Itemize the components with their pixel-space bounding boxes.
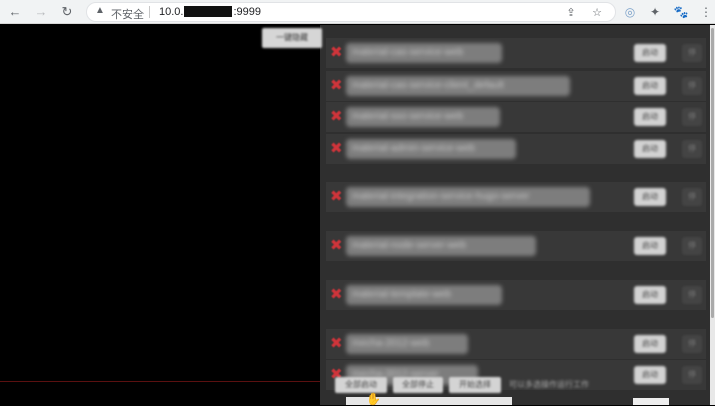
stop-button[interactable]: 停 (682, 366, 702, 384)
service-row: ✖ material-cas-service-client_default 启动… (326, 71, 706, 101)
service-name[interactable]: material-node-server-web (346, 236, 536, 256)
select-button[interactable]: 开始选择 (449, 377, 501, 393)
puzzle-icon[interactable]: ✦ (646, 3, 664, 21)
share-icon[interactable]: ⇪ (563, 5, 579, 21)
start-button[interactable]: 启动 (634, 366, 666, 384)
scrollbar-thumb[interactable] (711, 28, 714, 318)
menu-kebab-icon[interactable]: ⋮ (697, 3, 715, 21)
url-suffix: :9999 (233, 6, 261, 18)
stop-button[interactable]: 停 (682, 188, 702, 206)
start-all-button[interactable]: 全部启动 (335, 377, 387, 393)
reload-icon[interactable]: ↻ (58, 3, 76, 21)
start-button[interactable]: 启动 (634, 108, 666, 126)
stop-button[interactable]: 停 (682, 44, 702, 62)
start-button[interactable]: 启动 (634, 188, 666, 206)
start-button[interactable]: 启动 (634, 286, 666, 304)
error-x-icon: ✖ (330, 108, 343, 125)
start-button[interactable]: 启动 (634, 237, 666, 255)
service-row: ✖ material-integration-service-hugo-serv… (326, 182, 706, 212)
service-name[interactable]: mecha-2012-web (346, 334, 468, 354)
address-bar[interactable]: ▲ 不安全 10.0. :9999 ⇪ ☆ (86, 2, 616, 22)
divider (149, 6, 150, 18)
url-text[interactable]: 10.0. :9999 (159, 6, 261, 18)
stop-button[interactable]: 停 (682, 237, 702, 255)
start-button[interactable]: 启动 (634, 77, 666, 95)
stop-button[interactable]: 停 (682, 77, 702, 95)
service-row: ✖ material-template-web 启动 停 (326, 280, 706, 310)
service-name[interactable]: material-cas-service-client_default (346, 76, 570, 96)
extension-ring-icon[interactable]: ◎ (621, 3, 639, 21)
back-icon[interactable]: ← (6, 3, 24, 21)
url-prefix: 10.0. (159, 6, 184, 18)
stop-button[interactable]: 停 (682, 140, 702, 158)
stop-button[interactable]: 停 (682, 335, 702, 353)
forward-icon[interactable]: → (32, 3, 50, 21)
stop-button[interactable]: 停 (682, 286, 702, 304)
mouse-cursor-icon: ✋ (366, 392, 381, 406)
error-x-icon: ✖ (330, 77, 343, 94)
service-name[interactable]: material-cas-service-web (346, 43, 502, 63)
error-x-icon: ✖ (330, 286, 343, 303)
service-name[interactable]: material-sso-service-web (346, 107, 500, 127)
bottom-hint: 可以多选操作运行工作 (509, 380, 589, 389)
service-row: ✖ material-sso-service-web 启动 停 (326, 102, 706, 132)
error-x-icon: ✖ (330, 335, 343, 352)
redaction-block (184, 6, 233, 17)
error-x-icon: ✖ (330, 44, 343, 61)
video-area (0, 25, 320, 405)
warning-icon[interactable]: ▲ (95, 5, 105, 16)
start-button[interactable]: 启动 (634, 44, 666, 62)
service-name[interactable]: material-integration-service-hugo-server (346, 187, 590, 207)
stop-button[interactable]: 停 (682, 108, 702, 126)
error-x-icon: ✖ (330, 188, 343, 205)
browser-toolbar: ← → ↻ ▲ 不安全 10.0. :9999 ⇪ ☆ ◎ ✦ 🐾 ⋮ (0, 0, 715, 24)
progress-line (0, 381, 320, 382)
start-button[interactable]: 启动 (634, 335, 666, 353)
error-x-icon: ✖ (330, 237, 343, 254)
profile-avatar-icon[interactable]: 🐾 (672, 3, 690, 21)
stop-all-button[interactable]: 全部停止 (393, 377, 443, 393)
bottom-strip-right (633, 398, 669, 405)
service-row: ✖ material-node-server-web 启动 停 (326, 231, 706, 261)
start-button[interactable]: 启动 (634, 140, 666, 158)
service-name[interactable]: material-admin-service-web (346, 139, 516, 159)
bookmark-star-icon[interactable]: ☆ (589, 5, 605, 21)
collapse-button[interactable]: 一键隐藏 (262, 28, 322, 48)
service-row: ✖ mecha-2012-web 启动 停 (326, 329, 706, 359)
service-name[interactable]: material-template-web (346, 285, 502, 305)
security-label[interactable]: 不安全 (111, 6, 144, 22)
service-row: ✖ material-cas-service-web 启动 停 (326, 38, 706, 68)
service-row: ✖ material-admin-service-web 启动 停 (326, 134, 706, 164)
error-x-icon: ✖ (330, 140, 343, 157)
